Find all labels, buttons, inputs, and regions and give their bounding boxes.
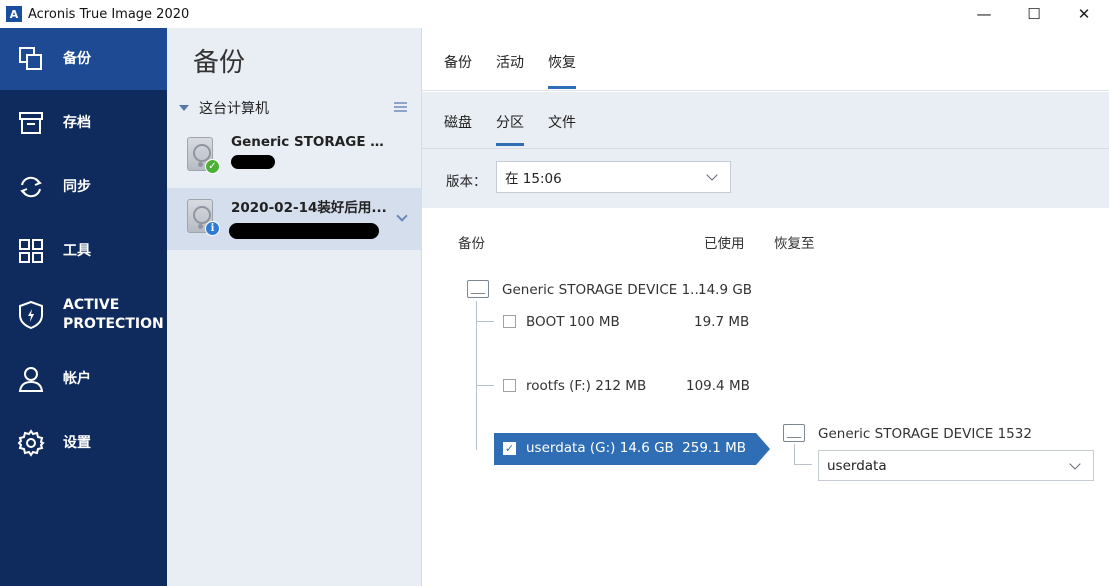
chevron-down-icon[interactable] — [396, 210, 408, 222]
nav-label-line: ACTIVE — [63, 297, 120, 313]
restore-options-bar: 磁盘 分区 文件 版本： 在 15:06 — [422, 92, 1109, 208]
version-select[interactable]: 在 15:06 — [496, 161, 731, 193]
partition-label: BOOT 100 MB — [526, 314, 620, 330]
backup-name: 2020-02-14装好后用... — [231, 200, 387, 216]
tab-activity[interactable]: 活动 — [496, 52, 524, 72]
column-header-backup: 备份 — [458, 236, 485, 252]
tree-line — [476, 301, 477, 450]
nav-item-account[interactable]: 帐户 — [0, 348, 167, 410]
partition-used: 19.7 MB — [694, 314, 750, 330]
main-nav: 备份 存档 同步 工具 ACTIVE PROTECTION 帐户 设置 — [0, 28, 167, 586]
partition-checkbox-checked[interactable]: ✓ — [503, 442, 516, 455]
redaction-mark — [229, 223, 379, 239]
chevron-down-icon — [1069, 458, 1081, 470]
nav-label: 备份 — [63, 50, 91, 67]
nav-label-line: PROTECTION — [63, 316, 164, 332]
top-tabs: 备份 活动 恢复 — [422, 28, 1109, 91]
tools-icon — [16, 236, 46, 266]
tree-line — [476, 321, 494, 322]
partition-row-selected[interactable]: ✓ userdata (G:) 14.6 GB 259.1 MB — [494, 433, 770, 465]
subtab-disk[interactable]: 磁盘 — [444, 112, 472, 132]
partition-label: userdata (G:) 14.6 GB — [526, 440, 674, 456]
version-value: 在 15:06 — [505, 171, 562, 187]
disk-icon — [467, 280, 489, 298]
info-badge-icon: i — [205, 221, 220, 236]
archive-icon — [16, 108, 46, 138]
nav-label: 设置 — [63, 434, 91, 451]
maximize-button[interactable]: ☐ — [1009, 0, 1059, 28]
tab-restore[interactable]: 恢复 — [548, 52, 576, 89]
tree-line — [794, 464, 812, 465]
close-button[interactable]: ✕ — [1059, 0, 1109, 28]
subtab-partition[interactable]: 分区 — [496, 112, 524, 146]
destination-disk-name: Generic STORAGE DEVICE 1532 — [818, 426, 1032, 442]
backup-name: Generic STORAGE DE... — [231, 134, 391, 150]
version-label: 版本： — [446, 174, 487, 190]
restore-panel: 备份 活动 恢复 磁盘 分区 文件 版本： 在 15:06 备份 已使用 恢复至… — [422, 28, 1109, 586]
nav-label: 帐户 — [63, 370, 91, 387]
subtab-files[interactable]: 文件 — [548, 112, 576, 132]
tab-backup[interactable]: 备份 — [444, 52, 472, 72]
nav-label: 工具 — [63, 242, 91, 259]
column-header-restore-to: 恢复至 — [774, 236, 815, 252]
window-controls: — ☐ ✕ — [959, 0, 1109, 28]
backup-item[interactable]: ✓ Generic STORAGE DE... — [167, 126, 422, 188]
account-icon — [16, 364, 46, 394]
partition-checkbox[interactable] — [503, 315, 516, 328]
hamburger-menu-icon[interactable] — [394, 102, 407, 112]
nav-item-sync[interactable]: 同步 — [0, 156, 167, 218]
nav-label: 同步 — [63, 178, 91, 195]
check-badge-icon: ✓ — [205, 159, 220, 174]
destination-disk-icon — [783, 424, 805, 442]
computer-group-header[interactable]: 这台计算机 — [177, 98, 412, 118]
nav-item-settings[interactable]: 设置 — [0, 412, 167, 474]
caret-down-icon[interactable] — [179, 105, 189, 111]
backup-icon — [16, 44, 46, 74]
shield-icon — [16, 300, 46, 330]
nav-label: 存档 — [63, 114, 91, 131]
acronis-logo-icon: A — [6, 6, 22, 22]
column-header-used: 已使用 — [704, 236, 745, 252]
destination-partition-value: userdata — [827, 458, 887, 474]
partition-used: 109.4 MB — [686, 378, 750, 394]
tree-line — [794, 444, 795, 464]
destination-partition-select[interactable]: userdata — [818, 450, 1094, 481]
minimize-button[interactable]: — — [959, 0, 1009, 28]
nav-item-archive[interactable]: 存档 — [0, 92, 167, 154]
disk-name: Generic STORAGE DEVICE 1... — [502, 282, 704, 298]
nav-item-active-protection[interactable]: ACTIVE PROTECTION — [0, 284, 167, 346]
partition-label: rootfs (F:) 212 MB — [526, 378, 647, 394]
sync-icon — [16, 172, 46, 202]
partition-used: 259.1 MB — [682, 440, 746, 456]
nav-label: ACTIVE PROTECTION — [63, 296, 164, 334]
title-bar: A Acronis True Image 2020 — ☐ ✕ — [0, 0, 1109, 28]
computer-group-label: 这台计算机 — [199, 101, 269, 117]
tree-line — [476, 385, 494, 386]
disk-size: 14.9 GB — [698, 282, 753, 298]
nav-item-tools[interactable]: 工具 — [0, 220, 167, 282]
chevron-down-icon — [706, 169, 718, 181]
panel-title: 备份 — [193, 48, 246, 78]
redaction-mark — [231, 155, 275, 169]
backup-item-selected[interactable]: i 2020-02-14装好后用... — [167, 188, 422, 250]
gear-icon — [16, 428, 46, 458]
divider — [422, 148, 1109, 149]
window-title: Acronis True Image 2020 — [28, 6, 190, 22]
backup-list-panel: 备份 这台计算机 ✓ Generic STORAGE DE... i 2020-… — [167, 28, 422, 586]
nav-item-backup[interactable]: 备份 — [0, 28, 167, 90]
partition-checkbox[interactable] — [503, 379, 516, 392]
